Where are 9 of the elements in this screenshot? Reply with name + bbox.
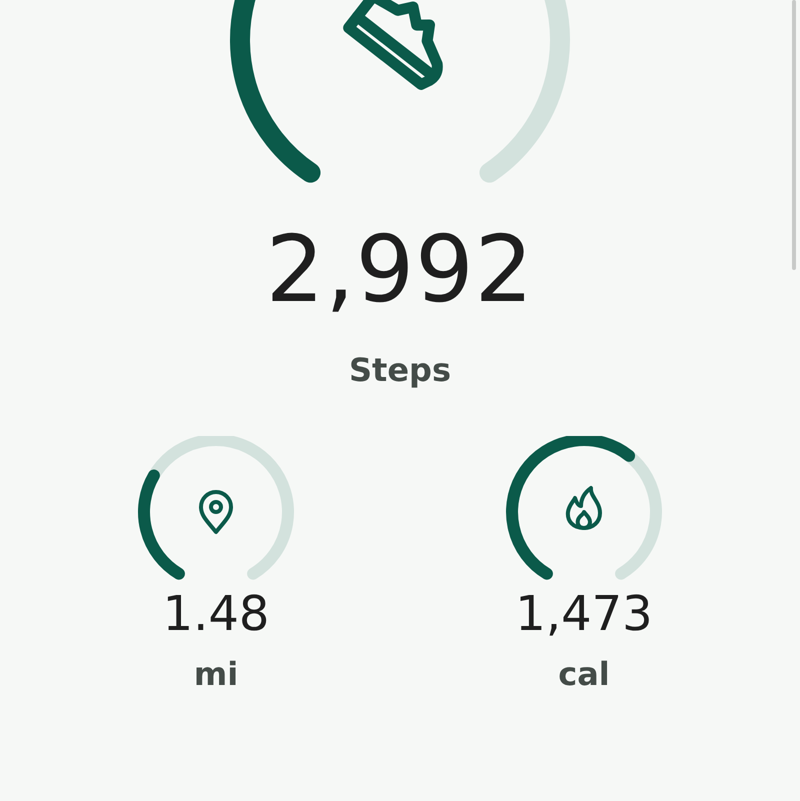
metric-unit: mi	[194, 658, 238, 690]
steps-label: Steps	[349, 354, 451, 386]
shoe-icon	[343, 0, 443, 90]
metric-value: 1.48	[162, 590, 270, 638]
metric-unit: cal	[558, 658, 610, 690]
location-pin-icon	[199, 490, 233, 534]
flame-icon	[566, 486, 602, 530]
steps-count: 2,992	[266, 224, 534, 316]
metric-value: 1,473	[515, 590, 653, 638]
